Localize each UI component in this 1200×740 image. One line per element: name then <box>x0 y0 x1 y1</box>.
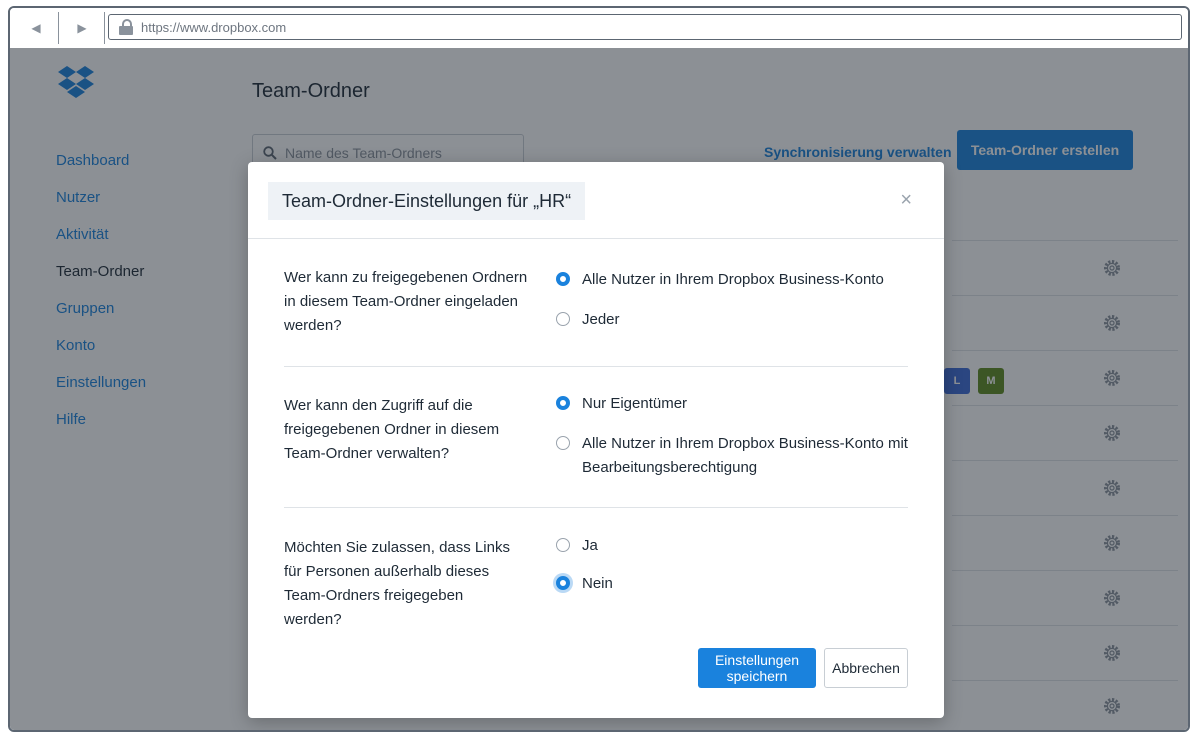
access-option-owners-only[interactable]: Nur Eigentümer <box>556 392 687 416</box>
invite-permission-section: Wer kann zu freigegebenen Ordnern in die… <box>284 238 908 367</box>
invite-option-business-members[interactable]: Alle Nutzer in Ihrem Dropbox Business-Ko… <box>556 268 884 292</box>
invite-question: Wer kann zu freigegebenen Ordnern in die… <box>284 269 528 334</box>
radio-button[interactable] <box>556 538 570 552</box>
radio-button[interactable] <box>556 396 570 410</box>
dialog-header: Team-Ordner-Einstellungen für „HR“ × <box>248 162 944 239</box>
cancel-button[interactable]: Abbrechen <box>824 648 908 688</box>
arrow-right-icon: ▶ <box>77 21 87 35</box>
links-question: Möchten Sie zulassen, dass Links für Per… <box>284 539 510 628</box>
radio-button[interactable] <box>556 272 570 286</box>
browser-toolbar: ◀ ▶ https://www.dropbox.com <box>10 8 1188 50</box>
arrow-left-icon: ◀ <box>31 21 41 35</box>
access-management-section: Wer kann den Zugriff auf die freigegeben… <box>284 366 908 508</box>
dialog-title: Team-Ordner-Einstellungen für „HR“ <box>268 182 586 220</box>
access-question: Wer kann den Zugriff auf die freigegeben… <box>284 397 500 462</box>
invite-option-anyone[interactable]: Jeder <box>556 308 620 332</box>
close-icon[interactable]: × <box>900 190 912 210</box>
browser-window: ◀ ▶ https://www.dropbox.com Team-Ordner … <box>8 6 1190 732</box>
radio-button[interactable] <box>556 436 570 450</box>
radio-button[interactable] <box>556 576 570 590</box>
radio-button[interactable] <box>556 312 570 326</box>
url-text: https://www.dropbox.com <box>141 19 287 35</box>
access-option-editors[interactable]: Alle Nutzer in Ihrem Dropbox Business-Ko… <box>556 432 908 480</box>
forward-button[interactable]: ▶ <box>60 12 105 44</box>
address-bar[interactable]: https://www.dropbox.com <box>108 14 1182 40</box>
external-links-section: Möchten Sie zulassen, dass Links für Per… <box>284 507 908 647</box>
save-settings-button[interactable]: Einstellungen speichern <box>698 648 816 688</box>
lock-icon <box>119 19 133 35</box>
links-option-yes[interactable]: Ja <box>556 534 598 558</box>
back-button[interactable]: ◀ <box>14 12 59 44</box>
links-option-no[interactable]: Nein <box>556 572 613 596</box>
team-folder-settings-dialog: Team-Ordner-Einstellungen für „HR“ × Wer… <box>248 162 944 718</box>
